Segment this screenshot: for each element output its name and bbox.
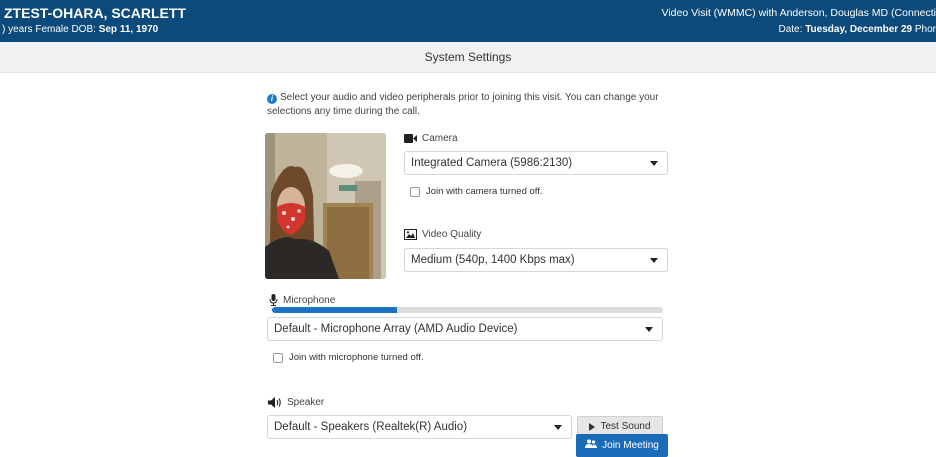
patient-header: ZTEST-OHARA, SCARLETT ) years Female DOB… — [0, 0, 936, 42]
play-icon — [589, 422, 596, 431]
visit-info: Video Visit (WMMC) with Anderson, Dougla… — [661, 7, 936, 19]
checkbox-icon[interactable] — [410, 186, 420, 197]
join-camera-off-label: Join with camera turned off. — [426, 186, 543, 197]
date-label: Date: — [778, 24, 803, 35]
microphone-label-text: Microphone — [283, 294, 336, 306]
join-meeting-label: Join Meeting — [602, 440, 659, 451]
join-microphone-off-checkbox[interactable]: Join with microphone turned off. — [273, 352, 423, 363]
speaker-label-text: Speaker — [287, 397, 325, 408]
camera-preview — [265, 133, 386, 279]
chevron-down-icon — [554, 424, 562, 430]
join-microphone-off-label: Join with microphone turned off. — [289, 352, 424, 363]
info-message: i Select your audio and video peripherals… — [267, 91, 677, 119]
speaker-select[interactable]: Default - Speakers (Realtek(R) Audio) — [267, 415, 572, 439]
patient-demographics: ) years Female DOB: Sep 11, 1970 — [2, 24, 158, 35]
chevron-down-icon — [650, 257, 658, 263]
video-quality-select-value: Medium (540p, 1400 Kbps max) — [411, 254, 575, 266]
patient-dob: Sep 11, 1970 — [98, 24, 159, 35]
microphone-icon — [269, 294, 278, 306]
join-meeting-button[interactable]: Join Meeting — [576, 434, 668, 457]
microphone-level-meter — [272, 307, 663, 313]
title-bar: System Settings — [0, 42, 936, 73]
microphone-select-value: Default - Microphone Array (AMD Audio De… — [274, 323, 518, 335]
camera-preview-image — [265, 133, 386, 279]
video-quality-label: Video Quality — [404, 229, 481, 240]
image-icon — [404, 229, 417, 240]
visit-date: Date: Tuesday, December 29 Phor — [779, 24, 936, 35]
date-suffix: Phor — [914, 24, 936, 35]
date-value: Tuesday, December 29 — [805, 24, 913, 35]
camera-label-text: Camera — [422, 133, 458, 144]
microphone-level-fill — [272, 307, 398, 313]
speaker-select-value: Default - Speakers (Realtek(R) Audio) — [274, 421, 468, 433]
video-camera-icon — [404, 134, 417, 143]
video-quality-select[interactable]: Medium (540p, 1400 Kbps max) — [404, 248, 668, 272]
speaker-label: Speaker — [268, 397, 324, 408]
info-text: Select your audio and video peripherals … — [267, 92, 659, 117]
video-quality-label-text: Video Quality — [422, 229, 482, 240]
chevron-down-icon — [645, 326, 653, 332]
patient-name: ZTEST-OHARA, SCARLETT — [4, 5, 186, 21]
info-icon: i — [267, 94, 277, 104]
camera-label: Camera — [404, 133, 458, 144]
checkbox-icon[interactable] — [273, 352, 283, 363]
page-title: System Settings — [424, 50, 512, 64]
demographics-prefix: ) years Female DOB: — [2, 24, 96, 35]
microphone-label: Microphone — [269, 294, 335, 306]
users-icon — [585, 439, 598, 452]
test-sound-label: Test Sound — [600, 421, 651, 432]
speaker-icon — [268, 397, 282, 408]
camera-select-value: Integrated Camera (5986:2130) — [411, 157, 573, 169]
join-camera-off-checkbox[interactable]: Join with camera turned off. — [410, 186, 543, 197]
microphone-select[interactable]: Default - Microphone Array (AMD Audio De… — [267, 317, 663, 341]
chevron-down-icon — [650, 160, 658, 166]
camera-select[interactable]: Integrated Camera (5986:2130) — [404, 151, 668, 175]
